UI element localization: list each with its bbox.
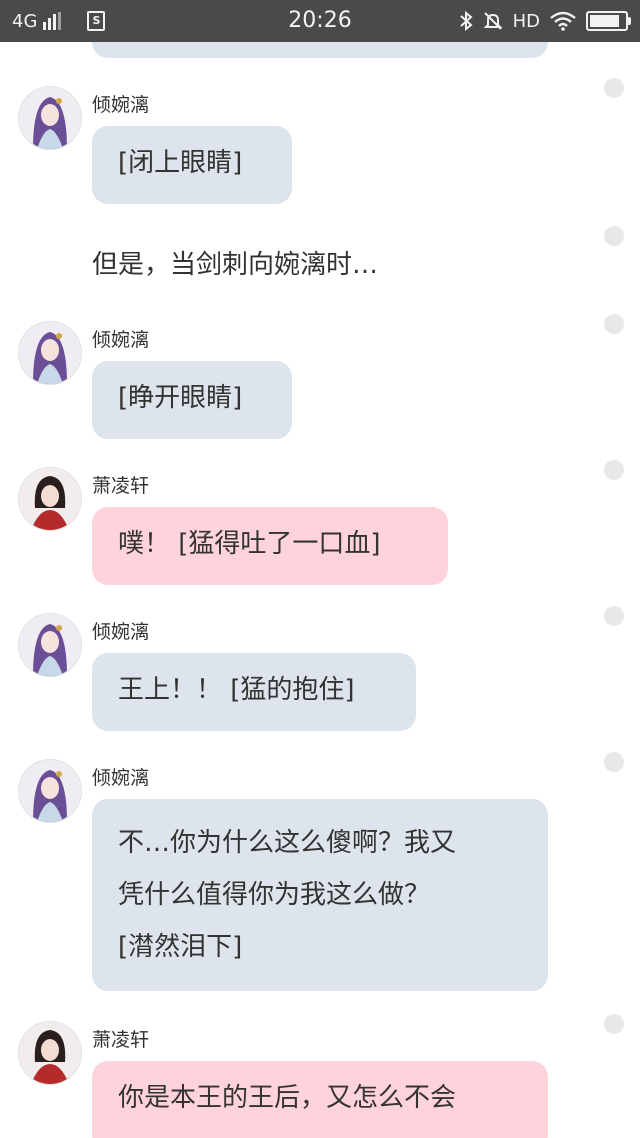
message-status-dot (604, 460, 624, 480)
message-bubble[interactable]: [闭上眼睛] (92, 126, 292, 204)
message-line: 凭什么值得你为我这么做？ (118, 880, 431, 910)
battery-icon (586, 11, 631, 31)
mute-icon (483, 12, 503, 30)
avatar-qingwanli[interactable] (18, 86, 82, 150)
battery-level (590, 15, 619, 27)
avatar-qingwanli[interactable] (18, 321, 82, 385)
message-bubble[interactable]: [睁开眼睛] (92, 361, 292, 439)
avatar-xiaolingxuan[interactable] (18, 467, 82, 531)
status-bar: 4G S 20:26 HD (0, 0, 640, 42)
message-bubble[interactable]: 你是本王的王后，又怎么不会 (92, 1061, 548, 1138)
sender-name: 倾婉漓 (92, 94, 150, 116)
status-right: HD (459, 0, 631, 42)
sender-name: 萧凌轩 (92, 1029, 150, 1051)
sender-name: 萧凌轩 (92, 475, 150, 497)
message-status-dot (604, 314, 624, 334)
previous-message-bubble[interactable] (92, 42, 548, 58)
message-line: [潸然泪下] (118, 932, 243, 962)
message-status-dot (604, 1014, 624, 1034)
sender-name: 倾婉漓 (92, 621, 150, 643)
message-status-dot (604, 752, 624, 772)
avatar-qingwanli[interactable] (18, 613, 82, 677)
avatar-xiaolingxuan[interactable] (18, 1021, 82, 1085)
hd-label: HD (512, 10, 540, 32)
message-status-dot (604, 226, 624, 246)
message-bubble[interactable]: 噗！ [猛得吐了一口血] (92, 507, 448, 585)
narration-text: 但是，当剑刺向婉漓时… (92, 250, 379, 280)
bluetooth-icon (459, 11, 473, 31)
message-bubble[interactable]: 不…你为什么这么傻啊？我又 凭什么值得你为我这么做？ [潸然泪下] (92, 799, 548, 991)
wifi-icon (550, 11, 576, 31)
sender-name: 倾婉漓 (92, 329, 150, 351)
message-line: 不…你为什么这么傻啊？我又 (118, 828, 457, 858)
avatar-qingwanli[interactable] (18, 759, 82, 823)
message-status-dot (604, 606, 624, 626)
chat-list[interactable]: 倾婉漓 [闭上眼睛] 但是，当剑刺向婉漓时… 倾婉漓 [睁开眼睛] 萧凌轩 噗！… (0, 42, 640, 1138)
message-status-dot (604, 78, 624, 98)
sender-name: 倾婉漓 (92, 767, 150, 789)
message-bubble[interactable]: 王上！！ [猛的抱住] (92, 653, 416, 731)
